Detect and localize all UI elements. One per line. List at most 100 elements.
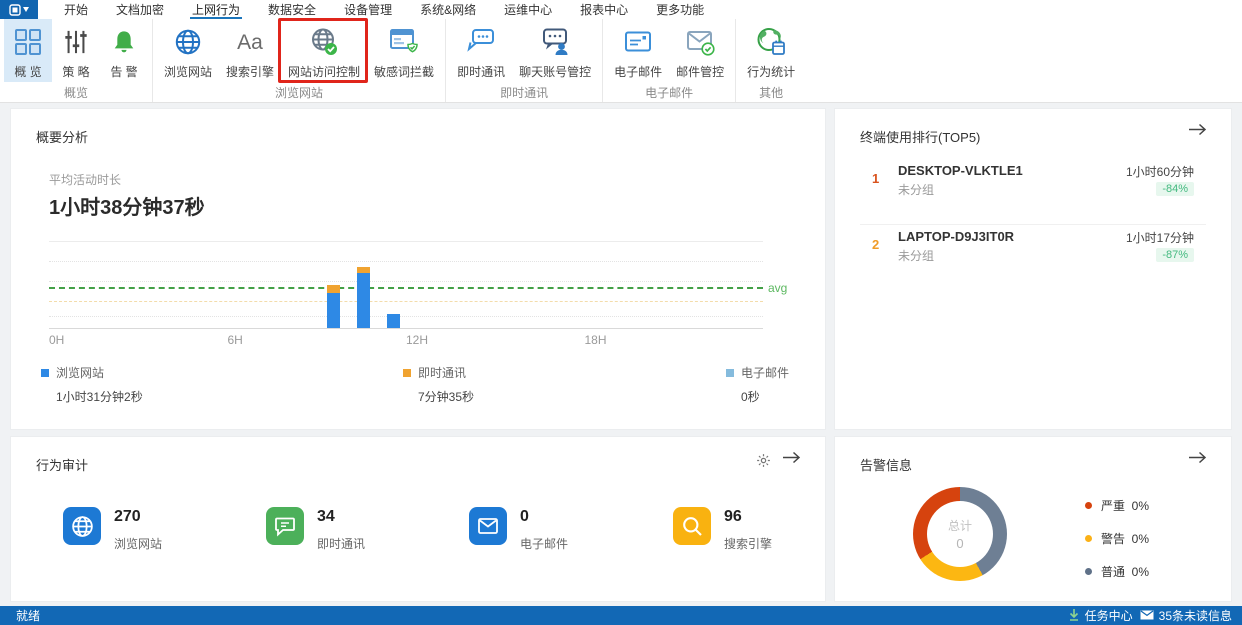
legend-swatch bbox=[726, 368, 734, 377]
ribbon-item-聊天账号管控[interactable]: 聊天账号管控 bbox=[512, 19, 598, 82]
alarm-legend-label: 普通 0% bbox=[1101, 565, 1150, 579]
ribbon-group-label: 浏览网站 bbox=[275, 86, 324, 100]
stat-label: 搜索引擎 bbox=[724, 537, 773, 551]
ribbon-item-告警[interactable]: 告 警 bbox=[100, 19, 148, 82]
terminal-name: LAPTOP-D9J3IT0R bbox=[898, 229, 1015, 244]
audit-more-arrow-icon[interactable] bbox=[782, 451, 801, 469]
legend-dot bbox=[1085, 568, 1092, 575]
stat-count: 270 bbox=[114, 508, 141, 525]
chart-gridline bbox=[49, 316, 763, 317]
globe-check-icon bbox=[309, 24, 339, 60]
ribbon-item-label: 邮件管控 bbox=[676, 65, 725, 79]
chart-gridline bbox=[49, 281, 763, 283]
search-icon bbox=[673, 507, 711, 545]
menu-tab-设备管理[interactable]: 设备管理 bbox=[330, 0, 406, 19]
download-arrow-icon bbox=[1068, 608, 1080, 624]
ribbon-item-label: 搜索引擎 bbox=[226, 65, 275, 79]
chat-user-icon bbox=[540, 24, 570, 60]
window-shield-icon bbox=[389, 24, 419, 60]
sliders-icon bbox=[63, 24, 89, 60]
legend-value: 0秒 bbox=[741, 390, 760, 404]
legend-name: 即时通讯 bbox=[418, 366, 467, 380]
alarm-donut-center: 总计 0 bbox=[913, 487, 1007, 581]
x-tick-12H: 12H bbox=[406, 333, 429, 347]
audit-stat-即时通讯[interactable]: 34 即时通讯 bbox=[266, 507, 365, 552]
legend-name: 浏览网站 bbox=[56, 366, 105, 380]
app-window: 开始 文档加密 上网行为 数据安全 设备管理 系统&网络 运维中心 报表中心 更多功能 概 览 策… bbox=[0, 0, 1242, 625]
unread-messages-button[interactable]: 35条未读信息 bbox=[1140, 607, 1232, 624]
legend-item-即时通讯: 即时通讯 7分钟35秒 bbox=[403, 364, 474, 405]
avg-activity-value: 1小时38分钟37秒 bbox=[49, 197, 205, 219]
ribbon-group-label: 概览 bbox=[63, 86, 88, 100]
menu-tab-上网行为[interactable]: 上网行为 bbox=[178, 0, 254, 19]
chart-bar-即时通讯-9h bbox=[327, 284, 341, 293]
ribbon-item-行为统计[interactable]: 行为统计 bbox=[740, 19, 802, 82]
menu-tab-系统&网络[interactable]: 系统&网络 bbox=[406, 0, 490, 19]
ribbon-group-label: 即时通讯 bbox=[500, 86, 549, 100]
bell-icon bbox=[111, 24, 137, 60]
chart-bar-即时通讯-10h bbox=[356, 267, 370, 274]
stat-count: 34 bbox=[317, 508, 335, 525]
task-center-button[interactable]: 任务中心 bbox=[1068, 607, 1133, 624]
legend-value: 1小时31分钟2秒 bbox=[56, 390, 143, 404]
overview-panel: 概要分析 平均活动时长 1小时38分钟37秒 avg 0H 6H 12H 18H 浏览… bbox=[10, 108, 826, 430]
ribbon-item-搜索引擎[interactable]: Aa 搜索引擎 bbox=[219, 19, 281, 82]
app-logo-button[interactable] bbox=[0, 0, 38, 19]
ribbon-item-策略[interactable]: 策 略 bbox=[52, 19, 100, 82]
legend-dot bbox=[1085, 502, 1092, 509]
alarm-total-label: 总计 bbox=[947, 519, 972, 533]
svg-text:Aa: Aa bbox=[237, 31, 263, 54]
chart-bar-浏览网站-11h bbox=[386, 314, 400, 328]
terminal-name: DESKTOP-VLKTLE1 bbox=[898, 163, 1023, 178]
stat-label: 浏览网站 bbox=[114, 537, 163, 551]
x-tick-18H: 18H bbox=[584, 333, 607, 347]
ranking-more-arrow-icon[interactable] bbox=[1188, 123, 1207, 141]
ribbon-item-label: 告 警 bbox=[110, 65, 138, 79]
behavior-audit-panel: 行为审计 270 浏览网站 34 即时通讯 0 电子邮件 96 搜索引擎 bbox=[10, 436, 826, 602]
ribbon-item-敏感词拦截[interactable]: 敏感词拦截 bbox=[367, 19, 441, 82]
x-tick-0H: 0H bbox=[49, 333, 65, 347]
ribbon-group-label: 其他 bbox=[759, 86, 784, 100]
ribbon-item-电子邮件[interactable]: 电子邮件 bbox=[607, 19, 669, 82]
chart-secondary-avg-line bbox=[49, 300, 763, 302]
ribbon-item-浏览网站[interactable]: 浏览网站 bbox=[157, 19, 219, 82]
audit-settings-gear-icon[interactable] bbox=[756, 453, 771, 473]
ribbon-item-label: 行为统计 bbox=[747, 65, 796, 79]
alarm-legend-普通: 普通 0% bbox=[1085, 563, 1149, 580]
chart-x-axis: 0H 6H 12H 18H bbox=[49, 333, 763, 347]
legend-swatch bbox=[41, 368, 49, 377]
menu-tab-数据安全[interactable]: 数据安全 bbox=[254, 0, 330, 19]
audit-stat-浏览网站[interactable]: 270 浏览网站 bbox=[63, 507, 162, 552]
menu-tab-运维中心[interactable]: 运维中心 bbox=[490, 0, 566, 19]
terminal-group: 未分组 bbox=[898, 249, 935, 263]
ranking-row-2[interactable]: 2 LAPTOP-D9J3IT0R 未分组 1小时17分钟 -87% bbox=[860, 227, 1206, 283]
globe-icon bbox=[63, 507, 101, 545]
terminal-group: 未分组 bbox=[898, 183, 935, 197]
menu-tab-开始[interactable]: 开始 bbox=[50, 0, 102, 19]
chart-bar-浏览网站-9h bbox=[327, 292, 341, 328]
rank-number: 1 bbox=[872, 171, 880, 186]
globe-blue-icon bbox=[174, 24, 202, 60]
ranking-row-1[interactable]: 1 DESKTOP-VLKTLE1 未分组 1小时60分钟 -84% bbox=[860, 161, 1206, 225]
grid-icon bbox=[14, 24, 42, 60]
chart-gridline bbox=[49, 261, 763, 262]
audit-stat-搜索引擎[interactable]: 96 搜索引擎 bbox=[673, 507, 772, 552]
status-ready-text: 就绪 bbox=[16, 609, 41, 623]
avg-activity-label: 平均活动时长 bbox=[49, 173, 122, 187]
legend-value: 7分钟35秒 bbox=[418, 390, 475, 404]
ribbon-item-概览[interactable]: 概 览 bbox=[4, 19, 52, 82]
alarm-more-arrow-icon[interactable] bbox=[1188, 451, 1207, 469]
menu-tab-文档加密[interactable]: 文档加密 bbox=[102, 0, 178, 19]
ribbon-item-即时通讯[interactable]: 即时通讯 bbox=[450, 19, 512, 82]
ribbon-item-label: 策 略 bbox=[62, 65, 90, 79]
legend-item-浏览网站: 浏览网站 1小时31分钟2秒 bbox=[41, 364, 143, 405]
alarm-total-value: 0 bbox=[956, 536, 964, 551]
ribbon-item-网站访问控制[interactable]: 网站访问控制 bbox=[281, 19, 367, 82]
menu-tab-更多功能[interactable]: 更多功能 bbox=[642, 0, 718, 19]
ribbon-item-label: 电子邮件 bbox=[614, 65, 663, 79]
menu-tab-报表中心[interactable]: 报表中心 bbox=[566, 0, 642, 19]
audit-stat-电子邮件[interactable]: 0 电子邮件 bbox=[469, 507, 568, 552]
ribbon-item-邮件管控[interactable]: 邮件管控 bbox=[669, 19, 731, 82]
statusbar: 就绪 任务中心 35条未读信息 bbox=[0, 606, 1242, 625]
mail-icon bbox=[623, 24, 653, 60]
